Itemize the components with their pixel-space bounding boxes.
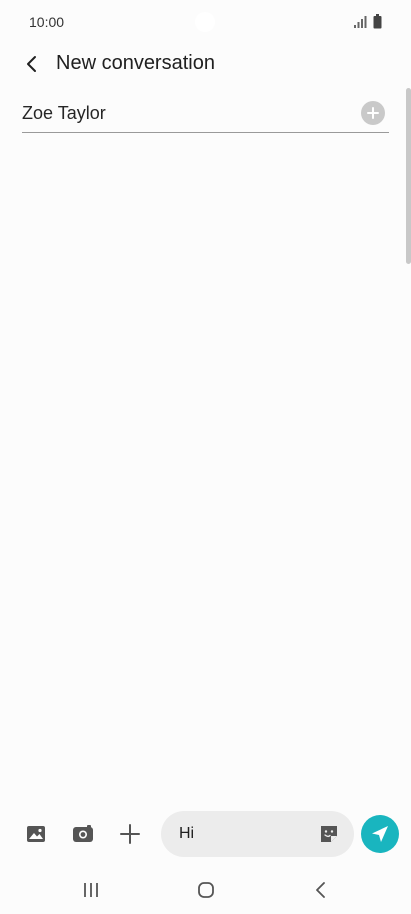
send-button[interactable] <box>361 815 399 853</box>
message-box[interactable] <box>161 811 354 857</box>
camera-icon <box>73 825 93 842</box>
gallery-icon <box>27 826 45 842</box>
message-composer <box>0 808 411 860</box>
plus-icon <box>120 824 140 844</box>
recents-icon <box>84 883 98 897</box>
back-icon <box>316 882 325 898</box>
battery-icon <box>373 14 382 29</box>
plus-circle-icon <box>367 107 379 119</box>
home-button[interactable] <box>192 876 220 904</box>
camera-cutout <box>195 12 215 32</box>
status-time: 10:00 <box>29 14 65 30</box>
camera-button[interactable] <box>70 821 96 847</box>
message-input[interactable] <box>179 811 309 857</box>
page-title: New conversation <box>56 52 215 74</box>
back-button[interactable] <box>18 50 46 78</box>
sticker-icon[interactable] <box>318 823 340 845</box>
recents-button[interactable] <box>77 876 105 904</box>
navigation-bar <box>0 866 411 914</box>
recipient-value[interactable]: Zoe Taylor <box>22 103 106 124</box>
add-attachment-button[interactable] <box>117 821 143 847</box>
system-back-button[interactable] <box>307 876 335 904</box>
chevron-left-icon <box>27 56 36 72</box>
add-recipient-button[interactable] <box>361 101 385 125</box>
app-header: New conversation <box>0 40 411 90</box>
gallery-button[interactable] <box>23 821 49 847</box>
home-icon <box>198 882 214 898</box>
signal-icon <box>354 16 367 28</box>
status-bar: 10:00 <box>0 0 411 44</box>
send-icon <box>372 826 388 842</box>
scrollbar[interactable] <box>406 88 411 264</box>
recipient-field[interactable]: Zoe Taylor <box>22 96 389 133</box>
